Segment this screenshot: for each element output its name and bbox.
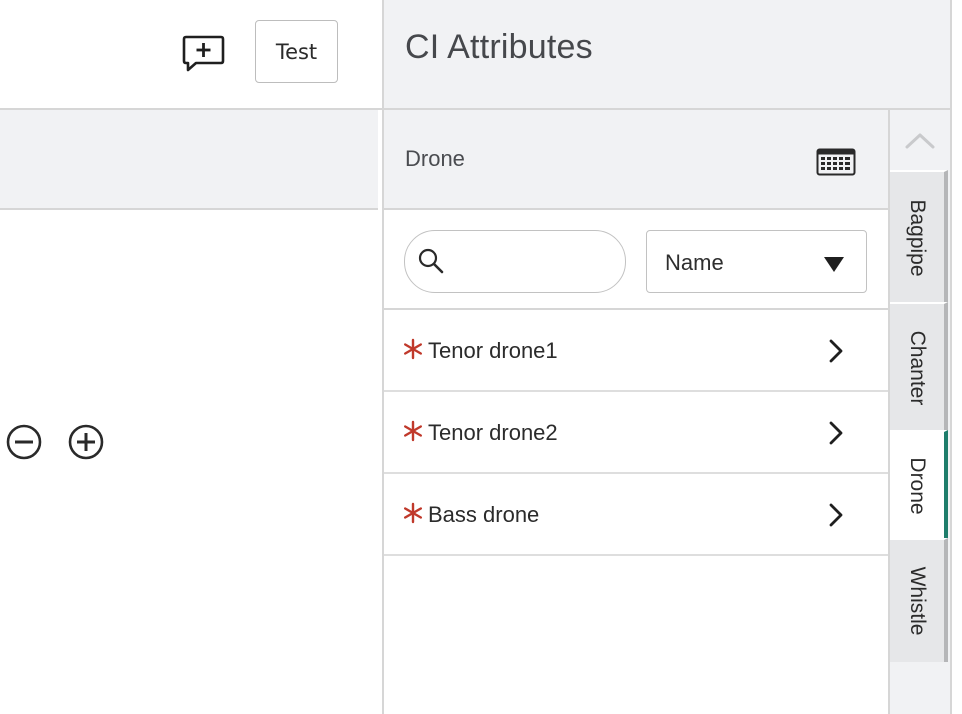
add-comment-button[interactable]	[182, 34, 226, 74]
required-asterisk-icon	[404, 502, 422, 524]
panel-header: CI Attributes	[384, 0, 950, 108]
tab-label: Bagpipe	[906, 199, 929, 277]
scroll-up-button[interactable]	[890, 110, 950, 170]
test-button[interactable]: Test	[255, 20, 338, 83]
search-icon	[418, 248, 444, 274]
canvas-toolbar: Test	[0, 0, 383, 108]
required-asterisk-icon	[404, 420, 422, 442]
panel-border	[950, 0, 952, 714]
tab-drone[interactable]: Drone	[890, 430, 948, 540]
section-header: Drone	[384, 110, 888, 208]
list-item[interactable]: Tenor drone2	[384, 392, 888, 474]
chevron-right-icon	[829, 421, 843, 445]
zoom-in-button[interactable]	[66, 422, 106, 462]
divider	[0, 208, 378, 210]
chevron-right-icon	[829, 503, 843, 527]
canvas-subbar	[0, 110, 378, 208]
divider	[384, 208, 888, 210]
list-item[interactable]: Bass drone	[384, 474, 888, 556]
canvas-area: Test	[0, 0, 383, 714]
tab-label: Chanter	[906, 330, 929, 406]
add-comment-icon	[182, 35, 225, 72]
panel-title: CI Attributes	[405, 28, 593, 66]
list-item[interactable]: Tenor drone1	[384, 310, 888, 392]
keyboard-grid-button[interactable]	[816, 148, 856, 176]
zoom-out-button[interactable]	[4, 422, 44, 462]
ci-attributes-panel: CI Attributes Drone Name Tenor drone1 Te…	[384, 0, 962, 714]
tab-whistle[interactable]: Whistle	[890, 538, 948, 662]
list-item-label: Tenor drone2	[428, 420, 558, 445]
tab-bagpipe[interactable]: Bagpipe	[890, 170, 948, 304]
sort-select[interactable]: Name	[646, 230, 867, 293]
chevron-right-icon	[829, 339, 843, 363]
list-item-label: Tenor drone1	[428, 338, 558, 363]
divider	[384, 554, 888, 556]
keyboard-grid-icon	[816, 148, 856, 176]
search-field[interactable]	[404, 230, 626, 293]
tab-label: Whistle	[906, 566, 929, 636]
tab-label: Drone	[906, 457, 929, 515]
search-input[interactable]	[451, 243, 611, 281]
required-asterisk-icon	[404, 338, 422, 360]
tab-chanter[interactable]: Chanter	[890, 302, 948, 432]
caret-down-icon	[824, 257, 844, 272]
sort-selected-value: Name	[665, 250, 724, 275]
list-item-label: Bass drone	[428, 502, 540, 527]
zoom-in-icon	[68, 424, 104, 460]
section-title: Drone	[405, 146, 465, 171]
zoom-out-icon	[6, 424, 42, 460]
chevron-up-icon	[905, 133, 935, 149]
